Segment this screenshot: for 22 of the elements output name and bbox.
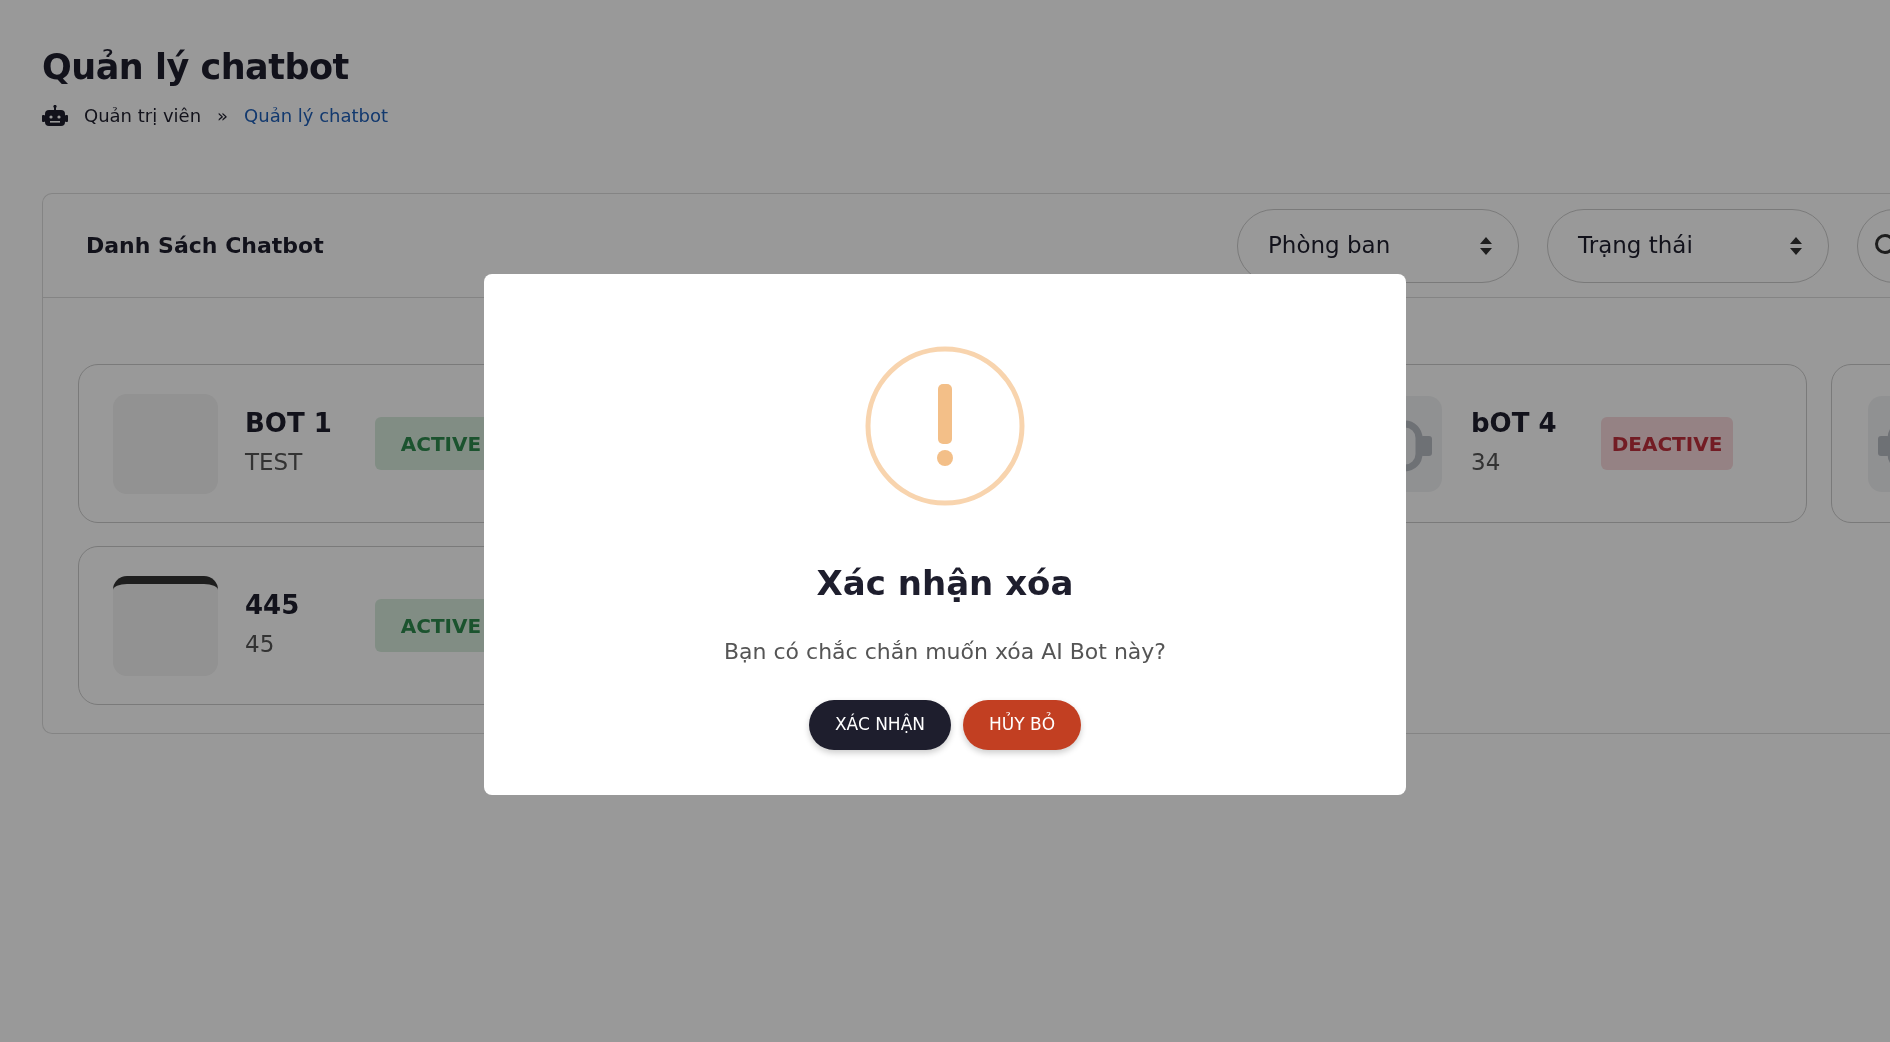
robot-icon [42, 104, 68, 127]
filter-select[interactable]: Phòng ban [1237, 208, 1519, 283]
bot-description: 45 [245, 629, 276, 659]
cancel-button[interactable]: HỦY BỎ [963, 700, 1082, 750]
sort-caret-icon [1790, 236, 1802, 255]
dialog-title: Xác nhận xóa [816, 562, 1074, 605]
warning-icon [865, 346, 1025, 506]
bot-description: 34 [1471, 447, 1502, 477]
panel-title: Danh Sách Chatbot [86, 232, 324, 260]
status-badge: DEACTIVE [1601, 417, 1733, 470]
bot-description: TEST [245, 447, 304, 477]
confirm-button[interactable]: XÁC NHẬN [808, 700, 951, 750]
sort-caret-icon [1480, 236, 1492, 255]
breadcrumb-separator: » [217, 104, 229, 128]
bot-name: BOT 1 [245, 407, 333, 439]
page-title: Quản lý chatbot [42, 46, 350, 88]
bot-name: bOT 4 [1471, 407, 1558, 439]
breadcrumb-link[interactable]: Quản lý chatbot [244, 102, 389, 129]
bot-name: 445 [245, 589, 301, 621]
breadcrumb-item: Quản trị viên [84, 104, 202, 128]
dialog-message: Bạn có chắc chắn muốn xóa AI Bot này? [724, 638, 1166, 666]
filter-select[interactable]: Trạng thái [1547, 208, 1829, 283]
